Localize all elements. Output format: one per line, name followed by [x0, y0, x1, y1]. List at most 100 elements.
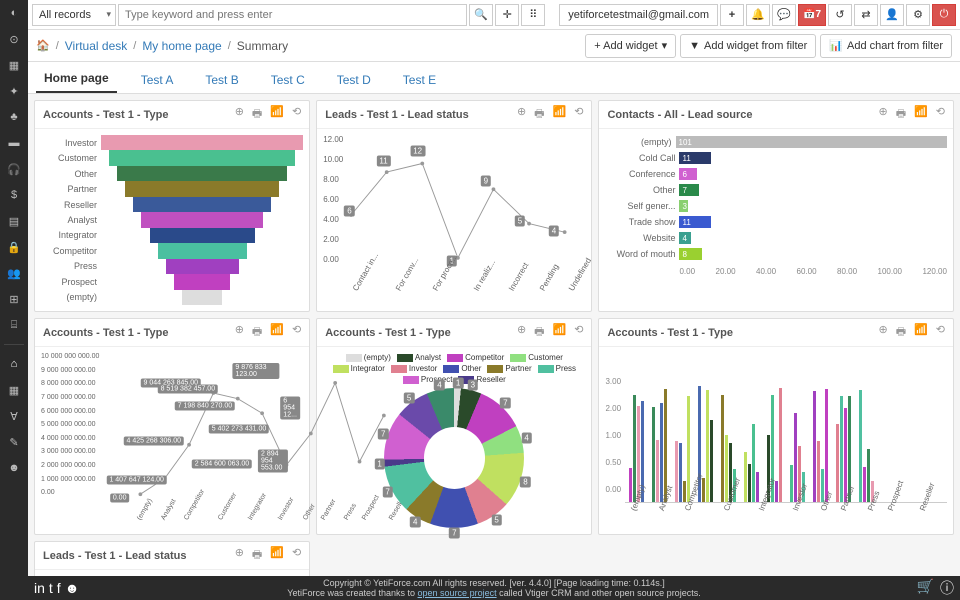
- nav-icon[interactable]: ♣: [5, 108, 23, 126]
- tab-test-a[interactable]: Test A: [133, 67, 182, 93]
- print-icon[interactable]: 🖶: [252, 323, 262, 342]
- bell-icon[interactable]: 🔔: [746, 4, 770, 26]
- widget-leads-line: Leads - Test 1 - Lead status ⊕🖶📶⟲ 12.001…: [316, 100, 592, 312]
- refresh-icon[interactable]: ⊕: [235, 323, 244, 342]
- add-chart-filter-button[interactable]: 📊 Add chart from filter: [820, 34, 952, 58]
- search-button[interactable]: 🔍: [469, 4, 493, 26]
- target-button[interactable]: ✛: [495, 4, 519, 26]
- chart-icon[interactable]: 📶: [270, 546, 284, 565]
- nav-icon[interactable]: 🔒: [5, 238, 23, 256]
- widget-funnel: Accounts - Test 1 - Type ⊕🖶📶⟲ InvestorCu…: [34, 100, 310, 312]
- widget-title: Accounts - Test 1 - Type: [43, 327, 169, 339]
- reload-icon[interactable]: ⟲: [574, 323, 583, 342]
- print-icon[interactable]: 🖶: [252, 546, 262, 565]
- nav-icon[interactable]: ⊙: [5, 30, 23, 48]
- topbar: All records 🔍 ✛ ⠿ yetiforcetestmail@gmai…: [28, 0, 960, 30]
- widget-title: Leads - Test 1 - Lead status: [43, 550, 186, 562]
- grid-button[interactable]: ⠿: [521, 4, 545, 26]
- nav-icon[interactable]: ▦: [5, 381, 23, 399]
- user-email[interactable]: yetiforcetestmail@gmail.com: [559, 4, 718, 26]
- calendar-button[interactable]: 📅7: [798, 4, 826, 26]
- linkedin-icon[interactable]: in: [34, 580, 45, 596]
- home-icon[interactable]: 🏠: [36, 39, 50, 52]
- twitter-icon[interactable]: t: [49, 580, 53, 596]
- print-icon[interactable]: 🖶: [252, 105, 262, 124]
- breadcrumb: 🏠 / Virtual desk / My home page / Summar…: [28, 30, 960, 62]
- chart-icon[interactable]: 📶: [553, 105, 567, 124]
- nav-icon[interactable]: ▬: [5, 134, 23, 152]
- info-icon[interactable]: ⓘ: [940, 578, 954, 598]
- tab-home[interactable]: Home page: [36, 65, 117, 93]
- facebook-icon[interactable]: f: [57, 580, 61, 596]
- chat-icon[interactable]: 💬: [772, 4, 796, 26]
- nav-icon[interactable]: ▦: [5, 56, 23, 74]
- widget-title: Leads - Test 1 - Lead status: [325, 109, 468, 121]
- widget-title: Accounts - Test 1 - Type: [325, 327, 451, 339]
- crumb-link[interactable]: My home page: [142, 39, 221, 53]
- tab-test-e[interactable]: Test E: [395, 67, 444, 93]
- github-icon[interactable]: ☻: [65, 580, 80, 596]
- nav-icon[interactable]: ⌸: [5, 316, 23, 334]
- reload-icon[interactable]: ⟲: [574, 105, 583, 124]
- widget-accounts-donut: Accounts - Test 1 - Type ⊕🖶📶⟲ (empty)Ana…: [316, 318, 592, 535]
- history-icon[interactable]: ↺: [828, 4, 852, 26]
- chart-icon[interactable]: 📶: [270, 105, 284, 124]
- search-input[interactable]: [118, 4, 467, 26]
- tabs: Home page Test A Test B Test C Test D Te…: [28, 62, 960, 94]
- widget-accounts-line: Accounts - Test 1 - Type ⊕🖶📶⟲ 10 000 000…: [34, 318, 310, 535]
- nav-icon[interactable]: ✦: [5, 82, 23, 100]
- reload-icon[interactable]: ⟲: [292, 546, 301, 565]
- reload-icon[interactable]: ⟲: [936, 105, 945, 124]
- add-widget-filter-button[interactable]: ▼ Add widget from filter: [680, 34, 816, 58]
- print-icon[interactable]: 🖶: [534, 323, 544, 342]
- nav-icon[interactable]: $: [5, 186, 23, 204]
- widget-title: Contacts - All - Lead source: [607, 109, 752, 121]
- crumb-current: Summary: [237, 39, 288, 53]
- chart-icon[interactable]: 📶: [270, 323, 284, 342]
- reload-icon[interactable]: ⟲: [936, 323, 945, 342]
- logo-icon[interactable]: ◐: [5, 4, 23, 22]
- cart-icon[interactable]: 🛒: [917, 578, 934, 598]
- records-select[interactable]: All records: [32, 4, 116, 26]
- print-icon[interactable]: 🖶: [896, 105, 906, 124]
- chart-icon[interactable]: 📶: [914, 323, 928, 342]
- tab-test-b[interactable]: Test B: [197, 67, 246, 93]
- print-icon[interactable]: 🖶: [534, 105, 544, 124]
- crumb-link[interactable]: Virtual desk: [65, 39, 127, 53]
- reload-icon[interactable]: ⟲: [292, 323, 301, 342]
- refresh-icon[interactable]: ⊕: [235, 546, 244, 565]
- user-icon[interactable]: 👤: [880, 4, 904, 26]
- refresh-icon[interactable]: ⊕: [517, 323, 526, 342]
- refresh-icon[interactable]: ⊕: [878, 323, 887, 342]
- chart-icon[interactable]: 📶: [914, 105, 928, 124]
- widget-title: Accounts - Test 1 - Type: [607, 327, 733, 339]
- nav-icon[interactable]: ∀: [5, 407, 23, 425]
- widget-accounts-vbar: Accounts - Test 1 - Type ⊕🖶📶⟲ 3.002.001.…: [598, 318, 954, 535]
- nav-icon[interactable]: 🎧: [5, 160, 23, 178]
- reload-icon[interactable]: ⟲: [292, 105, 301, 124]
- swap-icon[interactable]: ⇄: [854, 4, 878, 26]
- footer: intf☻ Copyright © YetiForce.com All righ…: [28, 576, 960, 600]
- add-icon[interactable]: +: [720, 4, 744, 26]
- refresh-icon[interactable]: ⊕: [517, 105, 526, 124]
- tab-test-d[interactable]: Test D: [329, 67, 379, 93]
- print-icon[interactable]: 🖶: [896, 323, 906, 342]
- add-widget-button[interactable]: + Add widget ▾: [585, 34, 676, 58]
- chart-icon[interactable]: 📶: [553, 323, 567, 342]
- nav-icon[interactable]: ☻: [5, 459, 23, 477]
- refresh-icon[interactable]: ⊕: [235, 105, 244, 124]
- footer-link[interactable]: open source project: [418, 588, 497, 598]
- left-sidebar: ◐ ⊙ ▦ ✦ ♣ ▬ 🎧 $ ▤ 🔒 👥 ⊞ ⌸ ⌂ ▦ ∀ ✎ ☻: [0, 0, 28, 600]
- nav-icon[interactable]: ▤: [5, 212, 23, 230]
- tab-test-c[interactable]: Test C: [263, 67, 313, 93]
- nav-icon[interactable]: 👥: [5, 264, 23, 282]
- settings-icon[interactable]: ⚙: [906, 4, 930, 26]
- nav-icon[interactable]: ✎: [5, 433, 23, 451]
- widget-contacts-hbar: Contacts - All - Lead source ⊕🖶📶⟲ (empty…: [598, 100, 954, 312]
- nav-icon[interactable]: ⊞: [5, 290, 23, 308]
- nav-home-icon[interactable]: ⌂: [5, 355, 23, 373]
- refresh-icon[interactable]: ⊕: [878, 105, 887, 124]
- widget-title: Accounts - Test 1 - Type: [43, 109, 169, 121]
- dashboard: Accounts - Test 1 - Type ⊕🖶📶⟲ InvestorCu…: [28, 94, 960, 600]
- power-icon[interactable]: ⏻: [932, 4, 956, 26]
